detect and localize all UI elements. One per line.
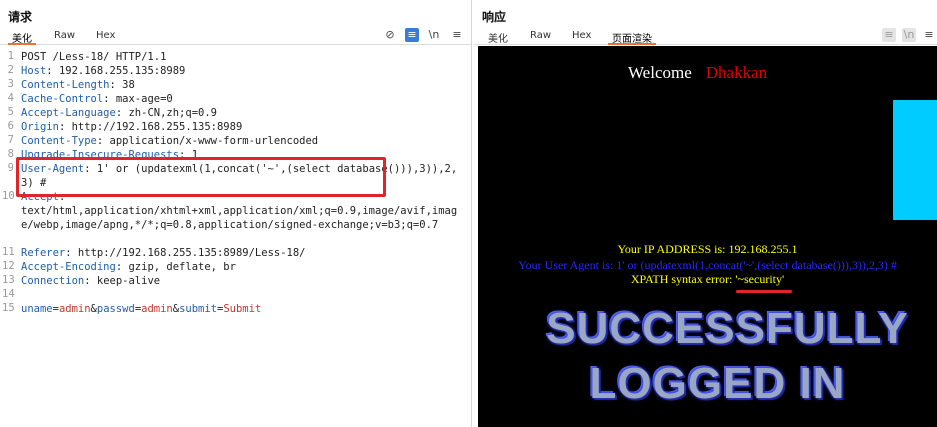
line-text: Content-Type: application/x-www-form-url…	[21, 134, 461, 148]
line-number: 1	[7, 50, 14, 62]
header-name: Accept-Encoding	[21, 261, 116, 273]
header-name: Referer	[21, 247, 66, 259]
header-separator: :	[96, 135, 110, 147]
line-number: 15	[2, 302, 15, 314]
line-number: 13	[2, 274, 15, 286]
line-number: 12	[2, 260, 15, 272]
line-text: Accept-Encoding: gzip, deflate, br	[21, 260, 461, 274]
response-tab-hex[interactable]: Hex	[568, 30, 595, 45]
param-value: Submit	[223, 303, 262, 315]
header-separator: :	[109, 79, 123, 91]
line-number: 14	[2, 288, 15, 300]
welcome-heading: Welcome Dhakkan	[628, 63, 767, 83]
eye-off-icon[interactable]: ⊘	[383, 28, 397, 42]
line-number: 8	[7, 148, 14, 160]
request-pane: 请求 美化 Raw Hex ⊘ ≡ \n ≡ 1 POST /Less-18/ H…	[0, 0, 472, 427]
line-number: 9	[7, 162, 14, 174]
header-separator: :	[103, 93, 116, 105]
header-name: Host	[21, 65, 47, 77]
line-value: POST /Less-18/ HTTP/1.1	[21, 51, 167, 63]
param-name: submit	[179, 303, 218, 315]
success-banner-line1: SUCCESSFULLY	[546, 304, 909, 353]
line-value: application/x-www-form-urlencoded	[109, 135, 319, 147]
line-text: POST /Less-18/ HTTP/1.1	[21, 50, 461, 64]
line-text: Connection: keep-alive	[21, 274, 461, 288]
success-banner-line2: LOGGED IN	[589, 359, 846, 408]
rendered-page: Welcome Dhakkan Your IP ADDRESS is: 192.1…	[478, 46, 937, 427]
line-value: 38	[122, 79, 135, 91]
line-number: 7	[7, 134, 14, 146]
welcome-text: Welcome	[628, 63, 692, 82]
response-title: 响应	[482, 10, 507, 24]
line-text: Accept-Language: zh-CN,zh;q=0.9	[21, 106, 461, 120]
xpath-error-underline	[736, 290, 792, 293]
header-name: Content-Type	[21, 135, 97, 147]
line-number: 2	[7, 64, 14, 76]
wrap-lines-icon[interactable]: ≡	[405, 28, 419, 42]
header-separator: :	[46, 65, 59, 77]
line-text: Host: 192.168.255.135:8989	[21, 64, 461, 78]
param-value: admin	[141, 303, 173, 315]
header-separator: :	[115, 261, 129, 273]
header-name: Origin	[21, 121, 59, 133]
request-tab-hex[interactable]: Hex	[92, 30, 119, 45]
response-tab-render[interactable]: 页面渲染	[608, 30, 656, 45]
line-value: zh-CN,zh;q=0.9	[128, 107, 217, 119]
line-value: keep-alive	[96, 275, 161, 287]
line-text: Referer: http://192.168.255.135:8989/Les…	[21, 246, 461, 260]
header-separator: :	[115, 107, 129, 119]
menu-icon[interactable]: ≡	[450, 28, 464, 42]
header-name: Connection	[21, 275, 85, 287]
response-tab-raw[interactable]: Raw	[526, 30, 555, 45]
line-number: 10	[2, 190, 15, 202]
response-tab-pretty[interactable]: 美化	[484, 30, 512, 45]
line-value: http://192.168.255.135:8989	[71, 121, 243, 133]
xpath-error-line: XPATH syntax error: '~security'	[630, 272, 785, 286]
line-text: Origin: http://192.168.255.135:8989	[21, 120, 461, 134]
request-title: 请求	[8, 10, 33, 24]
line-value: 192.168.255.135:8989	[58, 65, 186, 77]
param-value: admin	[58, 303, 91, 315]
newline-icon[interactable]: \n	[427, 28, 441, 42]
user-agent-highlight	[16, 157, 386, 197]
header-name: Cache-Control	[21, 93, 104, 105]
response-pane: 响应 美化 Raw Hex 页面渲染 ≡ \n ≡ Welcome Dhakkan…	[474, 0, 937, 427]
cyan-block	[893, 100, 937, 220]
response-tabs: 美化 Raw Hex 页面渲染	[474, 28, 937, 45]
line-number: 11	[2, 246, 15, 258]
line-value: text/html,application/xhtml+xml,applicat…	[21, 205, 458, 231]
line-value: gzip, deflate, br	[128, 261, 236, 273]
line-number: 5	[7, 106, 14, 118]
user-agent-line: Your User Agent is: 1' or (updatexml(1,c…	[518, 258, 897, 272]
header-separator: :	[84, 275, 97, 287]
wrap-lines-icon[interactable]: ≡	[882, 28, 896, 42]
param-name: passwd	[96, 303, 135, 315]
ip-address-line: Your IP ADDRESS is: 192.168.255.1	[617, 242, 798, 256]
line-value: max-age=0	[115, 93, 173, 105]
header-separator: :	[58, 121, 72, 133]
request-editor[interactable]: 1 POST /Less-18/ HTTP/1.1 2 Host: 192.168.2…	[0, 46, 471, 427]
line-text: uname=admin&passwd=admin&submit=Submit	[21, 302, 461, 316]
line-number: 6	[7, 120, 14, 132]
menu-icon[interactable]: ≡	[922, 28, 936, 42]
param-name: uname	[21, 303, 53, 315]
request-tabs: 美化 Raw Hex	[0, 28, 471, 45]
line-text: Cache-Control: max-age=0	[21, 92, 461, 106]
header-separator: :	[65, 247, 78, 259]
header-name: Content-Length	[21, 79, 110, 91]
welcome-user: Dhakkan	[705, 63, 768, 82]
request-tab-raw[interactable]: Raw	[50, 30, 79, 45]
newline-icon[interactable]: \n	[902, 28, 916, 42]
line-text: Content-Length: 38	[21, 78, 461, 92]
line-value: http://192.168.255.135:8989/Less-18/	[77, 247, 306, 259]
line-number: 4	[7, 92, 14, 104]
line-number: 3	[7, 78, 14, 90]
request-tab-pretty[interactable]: 美化	[8, 30, 36, 45]
header-name: Accept-Language	[21, 107, 116, 119]
